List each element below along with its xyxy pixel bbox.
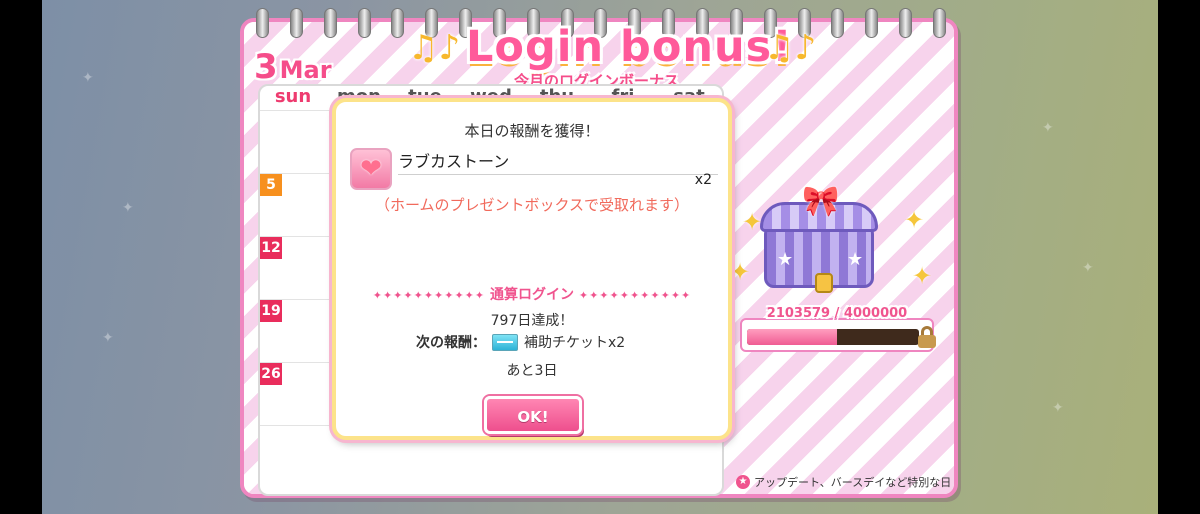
cumulative-login-title: 通算ログイン	[490, 287, 574, 303]
days-remaining: あと3日	[506, 363, 558, 379]
ribbon-bow-icon: 🎀	[802, 184, 840, 219]
legend-text: アップデート、バースデイなど特別な日	[754, 476, 952, 489]
music-note-icon: ♫♪	[764, 28, 817, 68]
dialog-title: 本日の報酬を獲得！	[464, 122, 600, 140]
date-cell-number: 5	[260, 174, 282, 196]
ring-icon	[391, 8, 405, 38]
chest-lock-icon	[815, 273, 833, 293]
date-cell-number: 12	[260, 237, 282, 259]
ring-icon	[289, 8, 303, 38]
login-points-progress: 2103579 / 4000000	[740, 306, 936, 352]
date-month: Mar	[279, 56, 332, 84]
reward-note: （ホームのプレゼントボックスで受取れます）	[374, 196, 690, 214]
ring-icon	[357, 8, 371, 38]
days-achieved: 797日達成！	[490, 313, 574, 329]
ticket-icon	[492, 333, 518, 351]
sparkle-icon: ✦	[912, 262, 933, 290]
progress-track	[747, 329, 919, 345]
ring-icon	[865, 8, 879, 38]
special-day-star-icon: ★	[736, 475, 750, 489]
sparkle-icon: ✦	[904, 206, 925, 234]
ring-icon	[831, 8, 845, 38]
current-date-badge: 3Mar	[254, 50, 332, 84]
sparkle-icon: ✦	[742, 208, 763, 236]
sparkle-icon: ✦	[730, 258, 751, 286]
page-title: Login bonus!	[466, 22, 793, 72]
ok-button[interactable]: OK!	[484, 396, 582, 434]
ring-icon	[899, 8, 913, 38]
music-note-icon: ♫♪	[408, 28, 461, 68]
reward-quantity: x2	[694, 172, 712, 188]
reward-name: ラブカストーン	[398, 148, 718, 175]
ring-icon	[256, 8, 269, 38]
next-reward-label: 次の報酬：	[416, 335, 486, 351]
next-reward-row: 次の報酬： 補助チケットx2	[416, 332, 625, 352]
date-day: 3	[254, 47, 278, 87]
ring-icon	[932, 8, 946, 38]
progress-label: 2103579 / 4000000	[766, 306, 908, 321]
reward-dialog: 本日の報酬を獲得！ ❤ ラブカストーン x2 （ホームのプレゼントボックスで受取…	[332, 98, 732, 440]
ring-icon	[323, 8, 337, 38]
game-background: ✦ ✦ ✦ ✦ ✦ ✦ 3Mar ♫♪ Login bonus! ♫♪ 今月のロ…	[42, 0, 1158, 514]
progress-fill	[747, 329, 838, 345]
decorative-dots: ✦✦✦✦✦✦✦✦✦✦✦	[372, 289, 486, 302]
date-cell-number: 26	[260, 363, 282, 385]
decorative-dots: ✦✦✦✦✦✦✦✦✦✦✦	[578, 289, 692, 302]
weekday-label: sun	[274, 86, 312, 107]
star-icon: ★	[847, 249, 864, 270]
lock-icon	[918, 326, 936, 348]
treasure-chest-icon[interactable]: ★ ★ 🎀	[760, 184, 878, 293]
cumulative-login-heading: ✦✦✦✦✦✦✦✦✦✦✦ 通算ログイン ✦✦✦✦✦✦✦✦✦✦✦	[364, 284, 700, 304]
calendar-legend: ★ アップデート、バースデイなど特別な日	[736, 474, 951, 490]
love-stone-icon: ❤	[350, 148, 392, 190]
date-cell-number: 19	[260, 300, 282, 322]
star-icon: ★	[777, 249, 794, 270]
next-reward-item: 補助チケットx2	[524, 335, 626, 351]
